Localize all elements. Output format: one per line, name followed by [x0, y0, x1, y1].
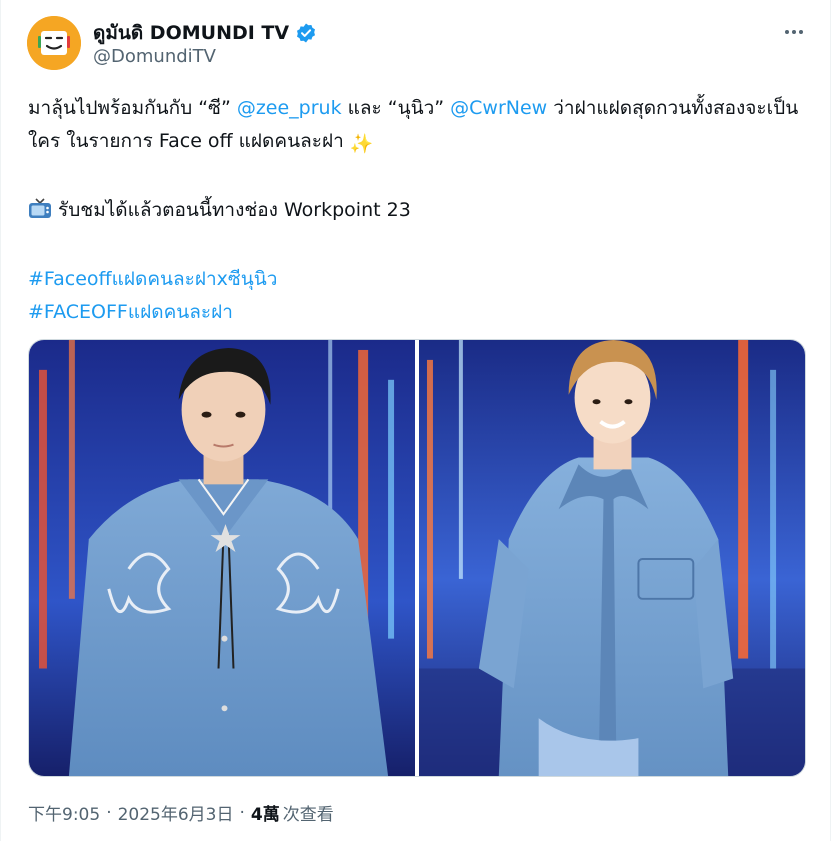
domundi-logo-icon — [27, 16, 81, 70]
photo-left-image — [29, 340, 415, 776]
sparkles-icon: ✨ — [349, 133, 374, 155]
author-name-row: ดูมันดิ DOMUNDI TV — [93, 18, 317, 48]
tweet-media — [28, 339, 806, 777]
tweet-time[interactable]: 下午9:05 — [28, 800, 100, 825]
tweet-paragraph-3: #Faceoffแฝดคนละฝาxซีนุนิว — [28, 263, 808, 296]
photo-right[interactable] — [419, 340, 805, 776]
tweet-card: ดูมันดิ DOMUNDI TV @DomundiTV มาลุ้นไปพร… — [0, 0, 831, 841]
tweet-text-segment: รับชมได้แล้วตอนนี้ทางช่อง Workpoint 23 — [52, 199, 411, 221]
verified-badge-icon — [297, 23, 316, 43]
more-options-icon[interactable] — [779, 22, 809, 42]
tweet-text: มาลุ้นไปพร้อมกันกับ “ซี” @zee_pruk และ “… — [28, 92, 808, 329]
meta-separator: · — [106, 802, 112, 823]
mention-zee-pruk[interactable]: @zee_pruk — [237, 97, 342, 119]
tweet-date[interactable]: 2025年6月3日 — [118, 800, 234, 825]
mention-cwrnew[interactable]: @CwrNew — [450, 97, 547, 119]
tweet-text-segment: มาลุ้นไปพร้อมกันกับ “ซี” — [28, 97, 237, 119]
hashtag-faceoff[interactable]: #FACEOFFแฝดคนละฝา — [28, 301, 233, 323]
author-display-name[interactable]: ดูมันดิ DOMUNDI TV — [93, 18, 289, 48]
avatar[interactable] — [27, 16, 81, 70]
photo-left[interactable] — [29, 340, 415, 776]
meta-separator: · — [239, 802, 245, 823]
tweet-paragraph-1: มาลุ้นไปพร้อมกันกับ “ซี” @zee_pruk และ “… — [28, 92, 808, 161]
photo-right-image — [419, 340, 805, 776]
author-handle[interactable]: @DomundiTV — [93, 46, 216, 67]
tweet-text-segment: และ “นุนิว” — [341, 97, 451, 119]
television-icon — [28, 197, 52, 230]
hashtag-faceoff-zeenunew[interactable]: #Faceoffแฝดคนละฝาxซีนุนิว — [28, 268, 277, 290]
views-count: 4萬 — [250, 805, 280, 825]
tweet-paragraph-2: รับชมได้แล้วตอนนี้ทางช่อง Workpoint 23 — [28, 194, 808, 230]
tweet-meta: 下午9:05 · 2025年6月3日 · 4萬 次查看 — [28, 800, 334, 826]
views-label: 次查看 — [282, 805, 334, 825]
tweet-paragraph-4: #FACEOFFแฝดคนละฝา — [28, 296, 808, 329]
